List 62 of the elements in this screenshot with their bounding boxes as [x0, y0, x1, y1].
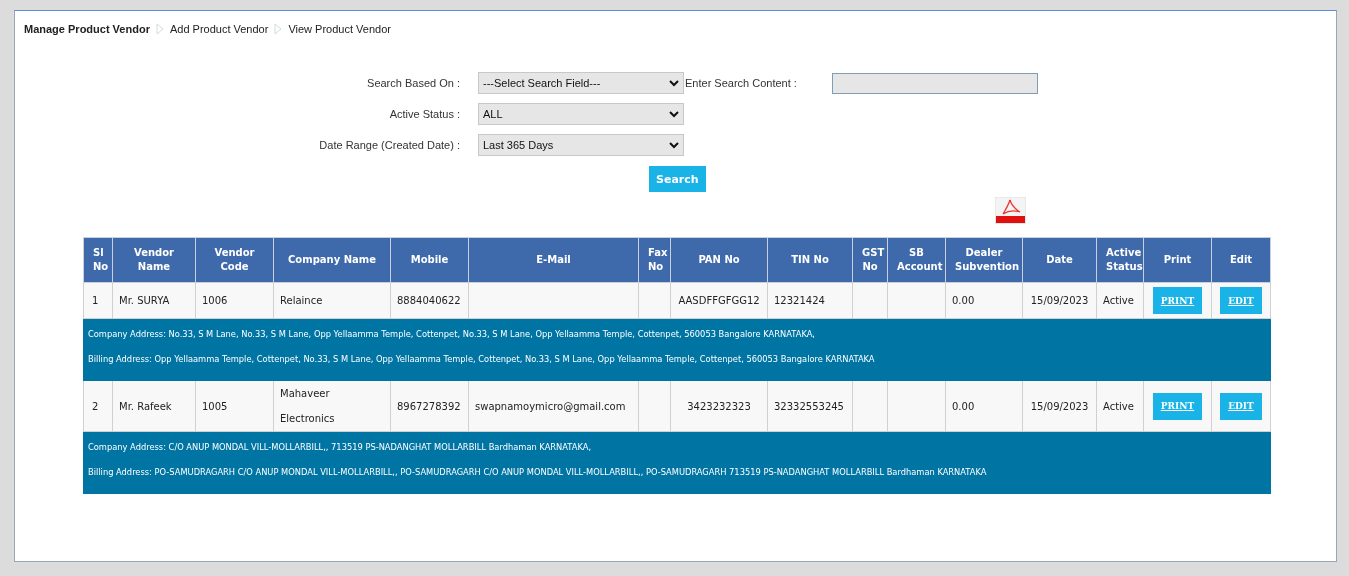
company-address: Company Address: C/O ANUP MONDAL VILL-MOLLARBILL,, 713519 PS-NADANGHAT MOLLARBILL Bardhaman KARNATAKA,	[88, 440, 593, 453]
table-cell: 15/09/2023	[1022, 282, 1097, 319]
table-cell: 0.00	[945, 282, 1023, 319]
column-header: Vendor Name	[112, 237, 196, 283]
chevron-down-icon	[669, 79, 679, 87]
pdf-icon[interactable]	[995, 197, 1026, 224]
breadcrumb-link[interactable]: Manage Product Vendor	[24, 23, 150, 35]
table-cell: 12321424	[767, 282, 853, 319]
table-cell: swapnamoymicro@gmail.com	[468, 380, 639, 432]
table-cell: Relaince	[273, 282, 391, 319]
search-content-field[interactable]	[832, 72, 1038, 94]
table-cell: 8967278392	[390, 380, 469, 432]
column-header: Print	[1143, 237, 1212, 283]
table-cell: Active	[1096, 282, 1144, 319]
column-header: PAN No	[670, 237, 768, 283]
field-label: Enter Search Content :	[685, 77, 798, 89]
dropdown[interactable]: Last 365 Days	[478, 134, 684, 156]
billing-address: Billing Address: PO-SAMUDRAGARH C/O ANUP MONDAL VILL-MOLLARBILL,, PO-SAMUDRAGARH C/O ANUP MONDAL VILL-MOLLARBILL,, PO-SAMUDRAGARH 713519 PS-NADANGHAT MOLLARBILL Bardhaman KARNATAKA	[88, 465, 988, 478]
column-header: Vendor Code	[195, 237, 274, 283]
column-header: Sl No	[83, 237, 113, 283]
column-header: Dealer Subvention	[945, 237, 1023, 283]
table-cell: 1006	[195, 282, 274, 319]
column-header: E-Mail	[468, 237, 639, 283]
table-cell	[887, 380, 946, 432]
column-header: Date	[1022, 237, 1097, 283]
company-address: Company Address: No.33, S M Lane, No.33, S M Lane, Opp Yellaamma Temple, Cottenpet, No.33, S M Lane, Opp Yellaamma Temple, Cottenpet, 560053 Bangalore KARNATAKA,	[88, 327, 816, 340]
column-header: Edit	[1211, 237, 1271, 283]
column-header: Active Status	[1096, 237, 1144, 283]
dropdown[interactable]: ALL	[478, 103, 684, 125]
column-header: TIN No	[767, 237, 853, 283]
table-cell	[852, 380, 888, 432]
table-cell: 2	[83, 380, 113, 432]
table-cell: 15/09/2023	[1022, 380, 1097, 432]
table-cell	[887, 282, 946, 319]
column-header: Company Name	[273, 237, 391, 283]
breadcrumb-link[interactable]: Add Product Vendor	[169, 23, 269, 35]
table-cell: AASDFFGFGG12	[670, 282, 768, 319]
triangle-icon	[274, 23, 283, 35]
dropdown[interactable]: ---Select Search Field---	[478, 72, 684, 94]
table-cell: 3423232323	[670, 380, 768, 432]
table-cell: Mr. SURYA	[112, 282, 196, 319]
triangle-icon	[155, 23, 164, 35]
field-label: Date Range (Created Date) :	[318, 139, 461, 151]
table-cell	[638, 380, 671, 432]
table-cell: 0.00	[945, 380, 1023, 432]
billing-address: Billing Address: Opp Yellaamma Temple, Cottenpet, No.33, S M Lane, Opp Yellaamma Temple, Cottenpet, No.33, S M Lane, Opp Yellaamma Temple, Cottenpet, 560053 Bangalore KARNATAKA	[88, 352, 876, 365]
table-cell: 1005	[195, 380, 274, 432]
column-header: SB Account	[887, 237, 946, 283]
chevron-down-icon	[669, 110, 679, 118]
table-cell: 8884040622	[390, 282, 469, 319]
column-header: Fax No	[638, 237, 671, 283]
field-label: Search Based On :	[366, 77, 461, 89]
table-cell: Mr. Rafeek	[112, 380, 196, 432]
table-cell: 1	[83, 282, 113, 319]
column-header: GST No	[852, 237, 888, 283]
chevron-down-icon	[669, 141, 679, 149]
field-label: Active Status :	[388, 108, 461, 120]
column-header: Mobile	[390, 237, 469, 283]
table-cell: 32332553245	[767, 380, 853, 432]
table-cell: Mahaveer Electronics	[273, 380, 391, 432]
table-cell: Active	[1096, 380, 1144, 432]
breadcrumb-link[interactable]: View Product Vendor	[288, 23, 391, 35]
